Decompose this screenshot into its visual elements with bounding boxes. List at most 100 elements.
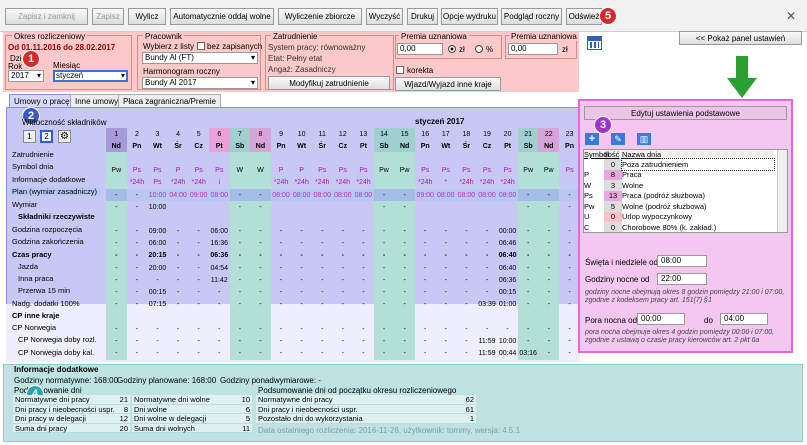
grid-cell[interactable]: -	[373, 335, 395, 348]
grid-cell[interactable]: -	[271, 286, 292, 298]
grid-cell[interactable]: -	[188, 347, 209, 359]
grid-cell[interactable]: 08:00	[353, 188, 374, 202]
grid-cell[interactable]: -	[538, 335, 560, 348]
grid-cell[interactable]: -	[250, 298, 271, 311]
grid-cell[interactable]: 06:00	[209, 226, 230, 238]
grid-cell[interactable]: Ps	[497, 165, 518, 177]
grid-cell[interactable]	[559, 213, 580, 225]
grid-cell[interactable]	[373, 176, 395, 189]
settings-gear-icon[interactable]: ⚙	[58, 130, 71, 143]
grid-cell[interactable]: -	[394, 225, 415, 238]
grid-cell[interactable]: -	[106, 225, 127, 238]
grid-cell[interactable]: -	[312, 335, 333, 347]
grid-cell[interactable]	[415, 311, 436, 323]
grid-cell[interactable]: Śr	[456, 140, 477, 152]
grid-cell[interactable]: Wt	[291, 140, 312, 152]
grid-cell[interactable]: -	[106, 323, 127, 336]
grid-cell[interactable]: -	[106, 298, 127, 311]
grid-cell[interactable]	[353, 213, 374, 225]
grid-cell[interactable]: -	[559, 347, 580, 359]
grid-cell[interactable]	[333, 213, 354, 225]
grid-cell[interactable]: -	[415, 226, 436, 238]
show-panel-button[interactable]: << Pokaż panel ustawień	[679, 31, 802, 45]
grid-cell[interactable]: -	[229, 262, 251, 275]
grid-cell[interactable]: -	[477, 323, 498, 335]
grid-cell[interactable]: -	[312, 299, 333, 311]
grid-cell[interactable]: -	[126, 188, 148, 202]
grid-cell[interactable]: 5	[188, 128, 209, 140]
grid-cell[interactable]: -	[559, 201, 580, 213]
grid-cell[interactable]	[436, 152, 457, 164]
grid-cell[interactable]	[106, 310, 127, 323]
grid-cell[interactable]: -	[436, 323, 457, 335]
grid-cell[interactable]: -	[291, 226, 312, 238]
pora-to-input[interactable]: 04:00	[720, 313, 768, 325]
grid-cell[interactable]: 00:44	[497, 347, 518, 359]
grid-cell[interactable]: 10:00	[497, 335, 518, 347]
grid-cell[interactable]	[415, 152, 436, 164]
settings-item[interactable]: Pw 5 Wolne (podróż służbowa)	[584, 201, 774, 212]
grid-cell[interactable]	[538, 176, 560, 189]
refresh-button[interactable]: Odśwież	[566, 8, 602, 25]
grid-cell[interactable]: -	[559, 262, 580, 274]
grid-cell[interactable]	[229, 176, 251, 189]
grid-cell[interactable]: 7	[229, 128, 251, 141]
grid-cell[interactable]	[312, 152, 333, 164]
grid-cell[interactable]	[477, 201, 498, 213]
grid-cell[interactable]: -	[209, 335, 230, 347]
grid-cell[interactable]: *24h	[188, 177, 209, 189]
grid-cell[interactable]: -	[188, 250, 209, 262]
grid-cell[interactable]	[291, 213, 312, 225]
grid-cell[interactable]: -	[353, 347, 374, 359]
grid-cell[interactable]: -	[456, 323, 477, 335]
grid-cell[interactable]	[188, 201, 209, 213]
grid-cell[interactable]: -	[127, 286, 148, 298]
grid-cell[interactable]: -	[538, 249, 560, 263]
grid-cell[interactable]: -	[271, 262, 292, 274]
settings-item[interactable]: U 0 Urlop wypoczynkowy	[584, 211, 774, 222]
grid-cell[interactable]: -	[456, 299, 477, 311]
grid-cell[interactable]	[436, 213, 457, 225]
grid-cell[interactable]: Pn	[127, 140, 148, 152]
grid-cell[interactable]: 20:15	[147, 250, 168, 262]
grid-cell[interactable]: -	[229, 201, 251, 214]
grid-cell[interactable]: -	[250, 274, 271, 287]
grid-cell[interactable]	[312, 311, 333, 323]
grid-cell[interactable]: 07:15	[147, 299, 168, 311]
grid-cell[interactable]: *24h	[127, 177, 148, 189]
grid-cell[interactable]: -	[106, 286, 127, 299]
year-select[interactable]: 2017	[8, 70, 44, 82]
grid-cell[interactable]: -	[538, 262, 560, 275]
grid-cell[interactable]	[291, 311, 312, 323]
grid-cell[interactable]: P	[271, 165, 292, 177]
grid-cell[interactable]: -	[333, 335, 354, 347]
pct-radio[interactable]	[475, 45, 483, 53]
grid-cell[interactable]: 00:15	[497, 286, 518, 298]
grid-cell[interactable]: 11	[312, 128, 333, 140]
grid-cell[interactable]: -	[168, 226, 189, 238]
grid-cell[interactable]	[394, 176, 415, 189]
grid-cell[interactable]: P	[291, 165, 312, 177]
grid-cell[interactable]	[477, 213, 498, 225]
grid-cell[interactable]: -	[456, 347, 477, 359]
grid-cell[interactable]: 06:46	[497, 238, 518, 250]
settings-item[interactable]: P 8 Praca	[584, 169, 774, 180]
grid-cell[interactable]: -	[497, 323, 518, 335]
grid-cell[interactable]: Cz	[188, 140, 209, 152]
grid-cell[interactable]: -	[271, 335, 292, 347]
settings-item[interactable]: C 0 Chorobowe 80% (k. zakład.)	[584, 222, 774, 232]
grid-cell[interactable]: 04:54	[209, 262, 230, 274]
grid-cell[interactable]	[168, 213, 189, 225]
grid-cell[interactable]: 06:40	[497, 262, 518, 274]
grid-cell[interactable]: 08:00	[291, 188, 312, 202]
grid-cell[interactable]: 09:00	[147, 226, 168, 238]
grid-cell[interactable]	[373, 310, 395, 323]
grid-cell[interactable]: -	[517, 188, 539, 202]
grid-cell[interactable]: 10:00	[147, 188, 168, 202]
visibility-opt2[interactable]: 2	[40, 130, 53, 143]
grid-cell[interactable]: Ps	[312, 165, 333, 177]
grid-cell[interactable]: -	[168, 299, 189, 311]
grid-cell[interactable]: -	[312, 262, 333, 274]
zl-radio[interactable]	[448, 45, 456, 53]
grid-cell[interactable]: 6	[208, 128, 230, 141]
